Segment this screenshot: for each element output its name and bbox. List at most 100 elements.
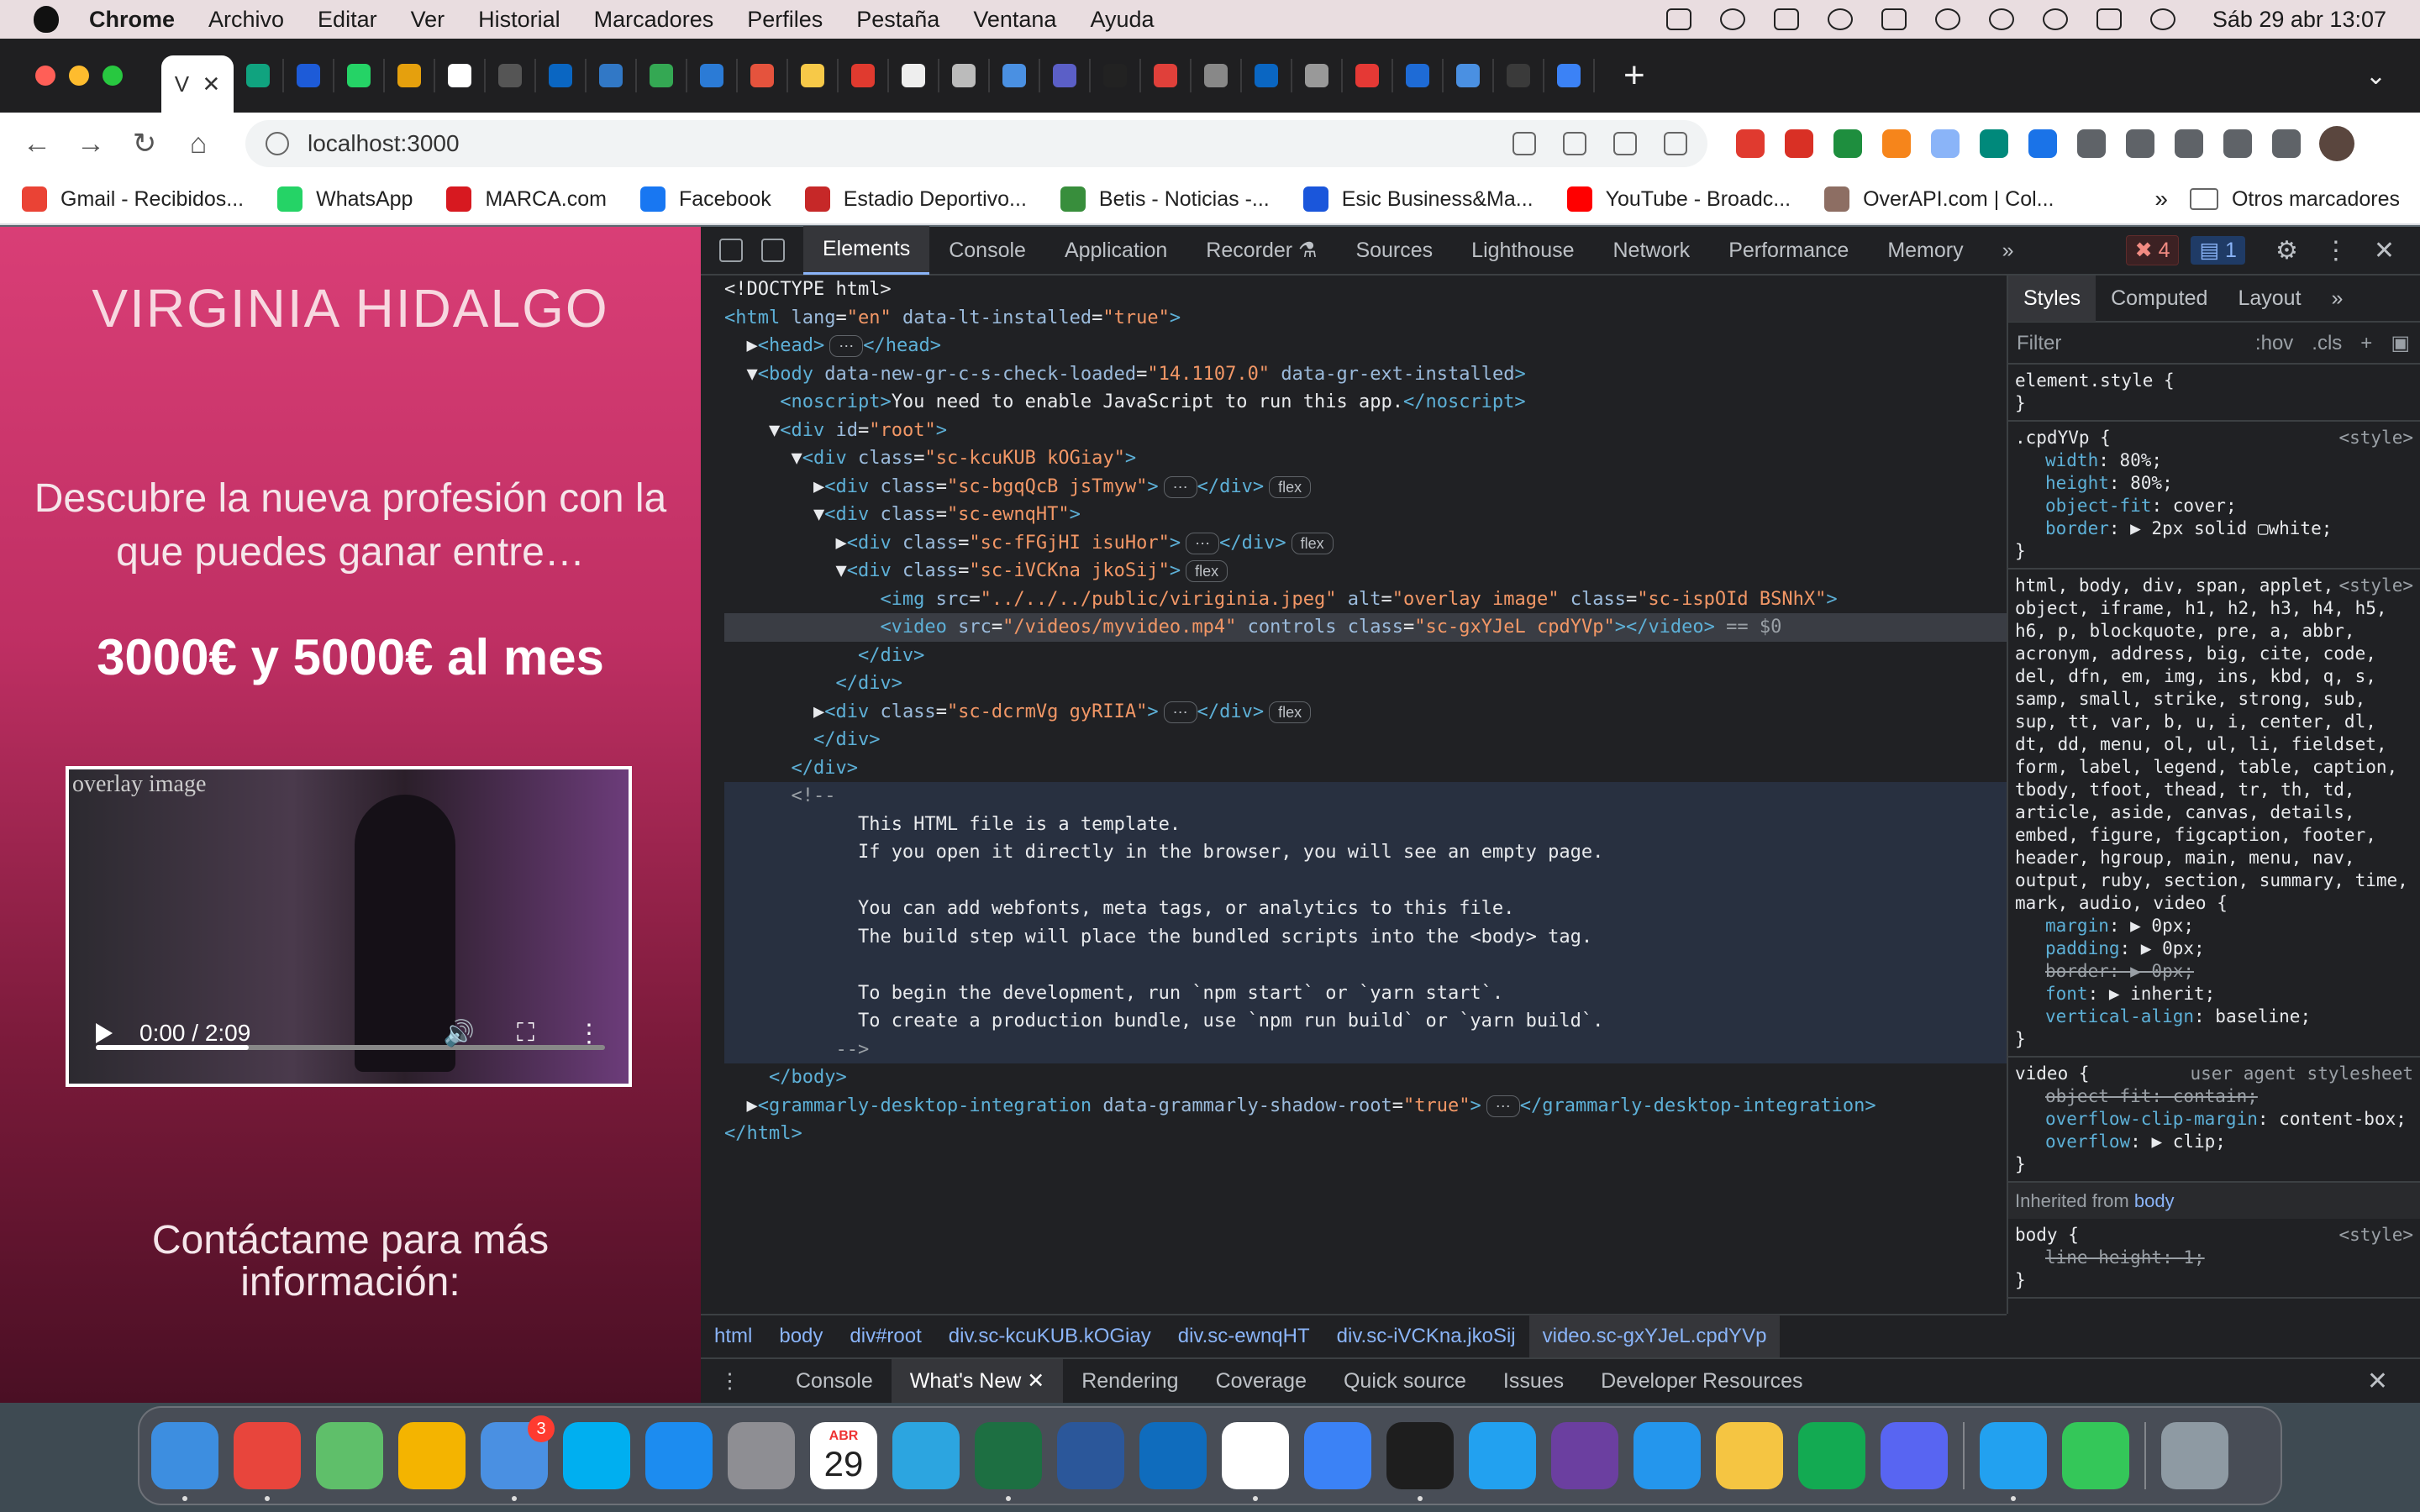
dom-node-line[interactable]: ▶<div class="sc-dcrmVg gyRIIA"> ⋯ </div> fl… <box>724 698 2007 727</box>
browser-tab[interactable] <box>334 59 385 92</box>
bookmark-item[interactable]: Facebook <box>639 186 771 212</box>
other-bookmarks-folder[interactable]: Otros marcadores <box>2189 187 2400 212</box>
message-count-badge[interactable]: ▤ 1 <box>2191 236 2245 265</box>
bookmark-item[interactable]: OverAPI.com | Col... <box>1824 186 2054 212</box>
drawer-tab[interactable]: What's New ✕ <box>891 1359 1064 1403</box>
devtools-tab[interactable]: Lighthouse <box>1452 226 1593 275</box>
dock-app-finder[interactable] <box>151 1422 218 1501</box>
close-tab-icon[interactable]: ✕ <box>202 71 220 97</box>
devtools-tab[interactable]: Memory <box>1868 226 1982 275</box>
extension-icon[interactable] <box>2028 129 2057 158</box>
play-status-icon[interactable] <box>1719 8 1745 30</box>
dom-node-line[interactable]: </div> <box>724 642 2007 670</box>
dock-app-photos[interactable] <box>398 1422 466 1489</box>
install-app-icon[interactable] <box>1563 132 1586 155</box>
extension-icon[interactable] <box>1980 129 2008 158</box>
dock-app-docker[interactable] <box>1634 1422 1701 1489</box>
devtools-menu-icon[interactable]: ⋮ <box>2323 236 2349 265</box>
browser-tab[interactable] <box>1444 59 1494 92</box>
volume-icon[interactable] <box>1881 8 1907 30</box>
style-rule-body[interactable]: <style> body { line-height: 1;} <box>2008 1219 2420 1299</box>
browser-tab[interactable] <box>385 59 435 92</box>
devtools-tab[interactable]: Application <box>1045 226 1186 275</box>
dom-node-line[interactable]: ▼<div class="sc-kcuKUB kOGiay"> <box>724 444 2007 473</box>
browser-tab[interactable] <box>1040 59 1091 92</box>
menu-ver[interactable]: Ver <box>411 7 445 33</box>
bookmark-item[interactable]: YouTube - Broadc... <box>1566 186 1791 212</box>
fullscreen-icon[interactable]: ⛶ <box>517 1019 534 1047</box>
address-bar-url[interactable]: localhost:3000 <box>308 130 1486 157</box>
more-tabs-button[interactable]: » <box>1983 226 2033 275</box>
drawer-tab[interactable]: Quick source <box>1325 1369 1485 1394</box>
extension-icon[interactable] <box>2223 129 2252 158</box>
browser-tab[interactable] <box>990 59 1040 92</box>
dom-node-line[interactable]: ▶<div class="sc-fFGjHI isuHor"> ⋯ </div> fl… <box>724 529 2007 558</box>
dock-app-vscode[interactable] <box>1469 1422 1536 1489</box>
settings-gear-icon[interactable]: ⚙ <box>2275 236 2298 265</box>
dom-node-line[interactable]: To begin the development, run `npm start… <box>724 979 2007 1007</box>
breadcrumb-item[interactable]: div#root <box>836 1325 934 1348</box>
drawer-tab[interactable]: Issues <box>1485 1369 1582 1394</box>
reload-icon[interactable]: ↻ <box>118 127 171 160</box>
menu-ayuda[interactable]: Ayuda <box>1090 7 1154 33</box>
dock-app-maps[interactable] <box>316 1422 383 1489</box>
bookmark-item[interactable]: Esic Business&Ma... <box>1302 186 1534 212</box>
dock-app-mail[interactable]: 3 <box>481 1415 555 1501</box>
dom-node-line[interactable]: This HTML file is a template. <box>724 810 2007 838</box>
minimize-window-button[interactable] <box>69 66 89 86</box>
dock-app-notes[interactable] <box>1716 1422 1783 1489</box>
bookmark-item[interactable]: Estadio Deportivo... <box>804 186 1027 212</box>
extension-icon[interactable] <box>1931 129 1960 158</box>
drawer-menu-icon[interactable]: ⋮ <box>701 1368 759 1394</box>
toggle-sidebar-icon[interactable]: ▣ <box>2391 332 2410 354</box>
bookmark-item[interactable]: WhatsApp <box>277 186 413 212</box>
volume-icon[interactable]: 🔊 <box>444 1019 475 1048</box>
style-rule-user-agent-video[interactable]: user agent stylesheet video { object-fit:… <box>2008 1058 2420 1183</box>
more-options-icon[interactable]: ⋮ <box>576 1019 602 1048</box>
video-player[interactable]: overlay image 0:00 / 2:09 🔊 ⛶ ⋮ <box>66 766 632 1087</box>
browser-tab[interactable] <box>1544 59 1595 92</box>
dom-node-line[interactable]: ▶<div class="sc-bgqQcB jsTmyw"> ⋯ </div> fl… <box>724 473 2007 501</box>
siri-icon[interactable] <box>2149 8 2175 30</box>
play-icon[interactable] <box>96 1023 113 1043</box>
menu-archivo[interactable]: Archivo <box>208 7 284 33</box>
dom-node-line[interactable]: </div> <box>724 669 2007 698</box>
error-count-badge[interactable]: ✖ 4 <box>2125 235 2180 265</box>
dock-app-xcode[interactable] <box>1304 1422 1371 1489</box>
browser-tab[interactable] <box>1141 59 1192 92</box>
google-lens-icon[interactable] <box>1512 132 1536 155</box>
dom-node-line[interactable] <box>724 951 2007 979</box>
devtools-tab[interactable]: Recorder ⚗ <box>1186 226 1336 275</box>
breadcrumb-item[interactable]: div.sc-iVCKna.jkoSij <box>1323 1325 1529 1348</box>
dom-node-line[interactable]: To create a production bundle, use `npm … <box>724 1007 2007 1036</box>
devtools-tab[interactable]: Console <box>929 226 1045 275</box>
browser-tab[interactable] <box>788 59 839 92</box>
drawer-tab[interactable]: Developer Resources <box>1582 1369 1821 1394</box>
browser-tab[interactable] <box>435 59 486 92</box>
browser-tab[interactable] <box>1192 59 1242 92</box>
browser-tab[interactable] <box>1242 59 1292 92</box>
extension-icon[interactable] <box>2126 129 2154 158</box>
breadcrumb-item[interactable]: video.sc-gxYJeL.cpdYVp <box>1528 1315 1781 1358</box>
extension-icon[interactable] <box>2077 129 2106 158</box>
browser-tab[interactable] <box>939 59 990 92</box>
tab-styles[interactable]: Styles <box>2008 276 2096 322</box>
wifi-icon[interactable] <box>1988 8 2014 30</box>
menu-perfiles[interactable]: Perfiles <box>747 7 823 33</box>
dom-tree[interactable]: <!DOCTYPE html> <html lang="en" data-lt-i… <box>701 276 2007 1314</box>
dock-app-chrome[interactable] <box>234 1422 301 1501</box>
back-icon[interactable]: ← <box>10 128 64 160</box>
browser-tab[interactable] <box>738 59 788 92</box>
dock-app-slack[interactable] <box>1222 1422 1289 1501</box>
dom-node-line[interactable]: The build step will place the bundled sc… <box>724 922 2007 951</box>
new-rule-button[interactable]: + <box>2360 332 2372 354</box>
menu-ventana[interactable]: Ventana <box>973 7 1056 33</box>
browser-tab[interactable] <box>1343 59 1393 92</box>
new-tab-button[interactable]: + <box>1623 55 1645 97</box>
bookmark-item[interactable]: Gmail - Recibidos... <box>22 186 244 212</box>
devtools-tab[interactable]: Network <box>1594 226 1710 275</box>
extension-icon[interactable] <box>2175 129 2203 158</box>
tab-layout[interactable]: Layout <box>2223 286 2316 310</box>
dom-node-line[interactable]: You can add webfonts, meta tags, or anal… <box>724 895 2007 923</box>
dom-node-line[interactable]: ▼<div id="root"> <box>724 417 2007 445</box>
